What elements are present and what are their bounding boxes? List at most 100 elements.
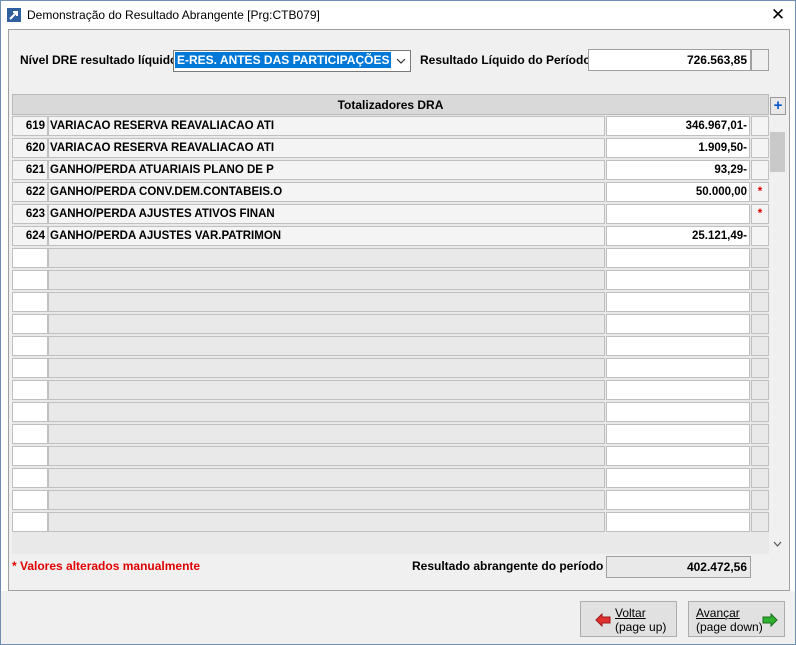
resultado-liquido-value: 726.563,85 xyxy=(686,53,747,67)
row-value-input[interactable]: 93,29- xyxy=(606,160,750,180)
row-number xyxy=(12,512,48,532)
row-manual-flag xyxy=(751,336,769,356)
row-value-input[interactable] xyxy=(606,424,750,444)
table-row[interactable] xyxy=(12,248,769,268)
row-description xyxy=(48,490,605,510)
row-manual-flag xyxy=(751,446,769,466)
row-manual-flag xyxy=(751,468,769,488)
row-number: 621 xyxy=(12,160,48,180)
resultado-abrangente-label: Resultado abrangente do período xyxy=(412,559,604,573)
row-value-input[interactable]: 1.909,50- xyxy=(606,138,750,158)
row-value-input[interactable] xyxy=(606,292,750,312)
row-value-input[interactable] xyxy=(606,490,750,510)
row-value-input[interactable] xyxy=(606,204,750,224)
row-value-input[interactable] xyxy=(606,402,750,422)
row-value-input[interactable] xyxy=(606,512,750,532)
table-row[interactable] xyxy=(12,292,769,312)
resultado-liquido-flag xyxy=(751,49,769,71)
manual-values-note: * Valores alterados manualmente xyxy=(12,559,201,573)
dialog-window: Demonstração do Resultado Abrangente [Pr… xyxy=(0,0,796,645)
table-row[interactable]: 623 GANHO/PERDA AJUSTES ATIVOS FINAN * xyxy=(12,204,769,224)
table-row[interactable] xyxy=(12,380,769,400)
row-value-input[interactable] xyxy=(606,314,750,334)
row-number xyxy=(12,358,48,378)
row-value-input[interactable]: 50.000,00 xyxy=(606,182,750,202)
row-description xyxy=(48,446,605,466)
row-value-input[interactable]: 25.121,49- xyxy=(606,226,750,246)
table-row[interactable]: 620 VARIACAO RESERVA REAVALIACAO ATI 1.909… xyxy=(12,138,769,158)
row-number xyxy=(12,270,48,290)
row-description: GANHO/PERDA AJUSTES VAR.PATRIMON xyxy=(48,226,605,246)
row-value-input[interactable] xyxy=(606,468,750,488)
scrollbar-thumb[interactable] xyxy=(770,132,785,172)
avancar-label: Avançar xyxy=(696,606,740,620)
close-button[interactable]: ✕ xyxy=(761,1,795,29)
row-manual-flag xyxy=(751,402,769,422)
avancar-shortcut: (page down) xyxy=(696,620,763,634)
row-manual-flag: * xyxy=(751,182,769,202)
voltar-button[interactable]: Voltar (page up) xyxy=(580,601,677,637)
row-manual-flag xyxy=(751,424,769,444)
row-value-input[interactable]: 346.967,01- xyxy=(606,116,750,136)
row-number xyxy=(12,248,48,268)
table-row[interactable]: 619 VARIACAO RESERVA REAVALIACAO ATI 346.9… xyxy=(12,116,769,136)
plus-icon[interactable]: + xyxy=(770,97,786,115)
row-number xyxy=(12,468,48,488)
row-number xyxy=(12,380,48,400)
row-manual-flag xyxy=(751,512,769,532)
row-number: 623 xyxy=(12,204,48,224)
vertical-scrollbar[interactable] xyxy=(769,115,786,553)
scroll-down-icon[interactable] xyxy=(769,537,786,553)
row-description: GANHO/PERDA AJUSTES ATIVOS FINAN xyxy=(48,204,605,224)
arrow-right-icon xyxy=(762,613,778,627)
row-manual-flag xyxy=(751,358,769,378)
table-row[interactable]: 624 GANHO/PERDA AJUSTES VAR.PATRIMON 25.12… xyxy=(12,226,769,246)
row-description xyxy=(48,512,605,532)
table-row[interactable] xyxy=(12,424,769,444)
row-description xyxy=(48,314,605,334)
row-description: GANHO/PERDA CONV.DEM.CONTABEIS.O xyxy=(48,182,605,202)
chevron-down-icon[interactable] xyxy=(392,51,410,71)
row-number xyxy=(12,292,48,312)
table-row[interactable]: 621 GANHO/PERDA ATUARIAIS PLANO DE P 93,29… xyxy=(12,160,769,180)
table-row[interactable] xyxy=(12,270,769,290)
row-description xyxy=(48,358,605,378)
row-description: VARIACAO RESERVA REAVALIACAO ATI xyxy=(48,138,605,158)
row-manual-flag xyxy=(751,138,769,158)
table-row[interactable]: 622 GANHO/PERDA CONV.DEM.CONTABEIS.O 50.00… xyxy=(12,182,769,202)
nivel-combo[interactable]: E-RES. ANTES DAS PARTICIPAÇÕES xyxy=(173,50,411,72)
table-row[interactable] xyxy=(12,446,769,466)
app-icon xyxy=(7,8,21,22)
row-number: 619 xyxy=(12,116,48,136)
row-manual-flag xyxy=(751,248,769,268)
row-number: 622 xyxy=(12,182,48,202)
resultado-abrangente-value: 402.472,56 xyxy=(686,560,747,574)
table-row[interactable] xyxy=(12,402,769,422)
row-number: 624 xyxy=(12,226,48,246)
row-number xyxy=(12,314,48,334)
row-number xyxy=(12,490,48,510)
window-title: Demonstração do Resultado Abrangente [Pr… xyxy=(27,8,320,22)
grid-header: Totalizadores DRA xyxy=(12,94,769,115)
row-description xyxy=(48,402,605,422)
row-description: GANHO/PERDA ATUARIAIS PLANO DE P xyxy=(48,160,605,180)
row-value-input[interactable] xyxy=(606,446,750,466)
row-value-input[interactable] xyxy=(606,248,750,268)
table-row[interactable] xyxy=(12,358,769,378)
table-row[interactable] xyxy=(12,468,769,488)
row-value-input[interactable] xyxy=(606,358,750,378)
row-description xyxy=(48,468,605,488)
voltar-shortcut: (page up) xyxy=(615,620,667,634)
resultado-liquido-label: Resultado Líquido do Período xyxy=(420,53,591,67)
table-row[interactable] xyxy=(12,512,769,532)
row-number xyxy=(12,446,48,466)
row-value-input[interactable] xyxy=(606,270,750,290)
table-row[interactable] xyxy=(12,336,769,356)
avancar-button[interactable]: Avançar (page down) xyxy=(688,601,785,637)
row-value-input[interactable] xyxy=(606,336,750,356)
table-row[interactable] xyxy=(12,314,769,334)
table-row[interactable] xyxy=(12,490,769,510)
row-manual-flag xyxy=(751,116,769,136)
row-manual-flag xyxy=(751,380,769,400)
row-value-input[interactable] xyxy=(606,380,750,400)
